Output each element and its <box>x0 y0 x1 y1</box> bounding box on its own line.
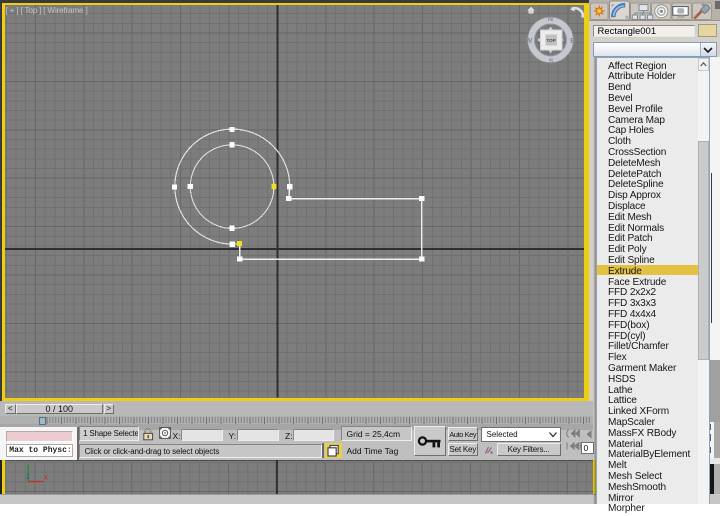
svg-text:W: W <box>525 36 533 45</box>
svg-text:TOP: TOP <box>546 38 555 43</box>
svg-text:x: x <box>44 472 48 481</box>
svg-text:z: z <box>26 472 30 481</box>
svg-text:N: N <box>547 14 552 23</box>
svg-text:E: E <box>570 36 575 45</box>
svg-text:S: S <box>548 57 553 66</box>
